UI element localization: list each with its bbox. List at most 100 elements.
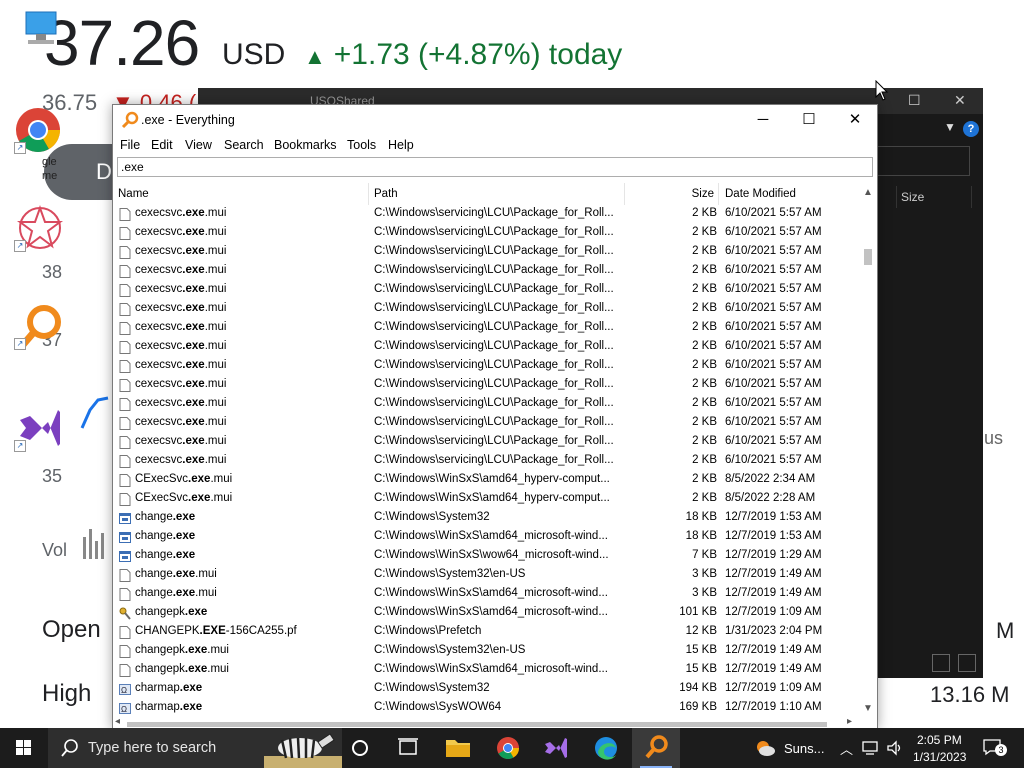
file-icon <box>119 664 131 677</box>
file-row[interactable]: cexecsvc.exe.mui C:\Windows\servicing\LCU… <box>113 319 859 338</box>
everything-titlebar[interactable]: .exe - Everything ─ ☐ ✕ <box>113 105 877 135</box>
search-input[interactable]: .exe <box>117 157 873 177</box>
notification-button[interactable]: 3 <box>982 738 1007 756</box>
size-column-header[interactable]: Size <box>625 183 719 205</box>
name-column-header[interactable]: Name <box>113 183 369 205</box>
file-icon <box>119 474 131 487</box>
everything-window[interactable]: .exe - Everything ─ ☐ ✕ File Edit View S… <box>112 104 878 730</box>
this-pc-icon[interactable] <box>14 10 66 62</box>
menu-edit[interactable]: Edit <box>151 138 173 152</box>
file-icon <box>119 645 131 658</box>
menu-file[interactable]: File <box>120 138 140 152</box>
file-row[interactable]: changepk.exe C:\Windows\WinSxS\amd64_micr… <box>113 604 859 623</box>
file-row[interactable]: CExecSvc.exe.mui C:\Windows\WinSxS\amd64_… <box>113 490 859 509</box>
everything-shortcut-icon[interactable]: ↗ <box>14 302 66 354</box>
taskbar-search-box[interactable]: Type here to search <box>48 728 342 768</box>
mouse-cursor-icon <box>875 80 889 101</box>
cortana-button[interactable] <box>336 728 384 768</box>
file-path: C:\Windows\WinSxS\amd64_microsoft-wind..… <box>374 663 608 675</box>
file-row[interactable]: change.exe C:\Windows\WinSxS\amd64_micros… <box>113 528 859 547</box>
file-row[interactable]: cexecsvc.exe.mui C:\Windows\servicing\LCU… <box>113 376 859 395</box>
search-placeholder: Type here to search <box>88 740 217 756</box>
maximize-button[interactable]: ☐ <box>786 105 832 135</box>
file-row[interactable]: Ωcharmap.exe C:\Windows\System32 194 KB 12/… <box>113 680 859 699</box>
task-view-button[interactable] <box>384 728 432 768</box>
file-row[interactable]: cexecsvc.exe.mui C:\Windows\servicing\LCU… <box>113 395 859 414</box>
clock-time[interactable]: 2:05 PM <box>917 733 962 747</box>
file-date: 6/10/2021 5:57 AM <box>725 245 822 257</box>
menu-view[interactable]: View <box>185 138 212 152</box>
minimize-button[interactable]: ─ <box>740 105 786 135</box>
close-button[interactable]: ✕ <box>832 105 878 135</box>
column-header-row: Name Path Size Date Modified <box>113 183 859 205</box>
file-row[interactable]: changepk.exe.mui C:\Windows\System32\en-U… <box>113 642 859 661</box>
chrome-taskbar-button[interactable] <box>484 728 532 768</box>
hscrollbar-thumb[interactable] <box>127 722 827 727</box>
visual-studio-taskbar-button[interactable] <box>532 728 580 768</box>
open-label: Open <box>42 616 101 643</box>
visual-studio-shortcut-icon[interactable]: ↗ <box>14 404 66 456</box>
weather-text[interactable]: Suns... <box>784 741 824 756</box>
size-column-header[interactable]: Size <box>896 186 972 208</box>
date-column-header[interactable]: Date Modified <box>719 183 859 205</box>
start-button[interactable] <box>0 728 48 768</box>
scroll-left-icon[interactable]: ◂ <box>115 716 120 727</box>
file-row[interactable]: cexecsvc.exe.mui C:\Windows\servicing\LCU… <box>113 357 859 376</box>
file-row[interactable]: cexecsvc.exe.mui C:\Windows\servicing\LCU… <box>113 300 859 319</box>
file-name-suffix: .mui <box>204 416 227 428</box>
menu-tools[interactable]: Tools <box>347 138 376 152</box>
scroll-right-icon[interactable]: ▸ <box>847 716 852 727</box>
file-date: 6/10/2021 5:57 AM <box>725 359 822 371</box>
ornament-shortcut-icon[interactable]: ↗ <box>14 204 66 256</box>
file-row[interactable]: change.exe C:\Windows\WinSxS\wow64_micros… <box>113 547 859 566</box>
chrome-shortcut-icon[interactable]: ↗ <box>14 104 66 156</box>
side-text: us <box>984 428 1004 448</box>
network-icon[interactable] <box>862 740 880 756</box>
file-row[interactable]: cexecsvc.exe.mui C:\Windows\servicing\LCU… <box>113 414 859 433</box>
file-row[interactable]: cexecsvc.exe.mui C:\Windows\servicing\LCU… <box>113 338 859 357</box>
scroll-down-icon[interactable]: ▼ <box>863 703 873 714</box>
close-icon[interactable]: ✕ <box>954 92 966 109</box>
file-name-prefix: CHANGEPK <box>135 625 200 637</box>
volume-icon[interactable] <box>886 740 904 756</box>
edge-taskbar-button[interactable] <box>582 728 630 768</box>
file-row[interactable]: cexecsvc.exe.mui C:\Windows\servicing\LCU… <box>113 262 859 281</box>
file-row[interactable]: change.exe C:\Windows\System32 18 KB 12/7/2… <box>113 509 859 528</box>
file-path: C:\Windows\servicing\LCU\Package_for_Rol… <box>374 283 614 295</box>
chevron-down-icon[interactable]: ▼ <box>944 120 956 134</box>
file-name-prefix: CExecSvc <box>135 492 189 504</box>
file-path: C:\Windows\WinSxS\amd64_microsoft-wind..… <box>374 587 608 599</box>
everything-taskbar-button[interactable] <box>632 728 680 768</box>
scrollbar-thumb[interactable] <box>864 249 872 265</box>
explorer-search-box[interactable] <box>876 146 970 176</box>
vertical-scrollbar[interactable]: ▲ ▼ <box>859 183 877 714</box>
scroll-up-icon[interactable]: ▲ <box>863 187 873 198</box>
path-column-header[interactable]: Path <box>369 183 625 205</box>
chevron-up-icon[interactable]: ︿ <box>840 739 853 758</box>
file-name-suffix: .mui <box>195 568 217 580</box>
file-row[interactable]: cexecsvc.exe.mui C:\Windows\servicing\LCU… <box>113 243 859 262</box>
maximize-icon[interactable]: ☐ <box>908 92 921 109</box>
file-row[interactable]: Ωcharmap.exe C:\Windows\SysWOW64 169 KB 12/… <box>113 699 859 718</box>
file-row[interactable]: cexecsvc.exe.mui C:\Windows\servicing\LCU… <box>113 433 859 452</box>
file-name-match: .exe <box>182 283 205 295</box>
volume-bars-fragment <box>83 529 104 559</box>
file-row[interactable]: cexecsvc.exe.mui C:\Windows\servicing\LCU… <box>113 452 859 471</box>
large-icons-view-icon[interactable] <box>958 654 976 672</box>
file-explorer-taskbar-button[interactable] <box>434 728 482 768</box>
file-row[interactable]: cexecsvc.exe.mui C:\Windows\servicing\LCU… <box>113 224 859 243</box>
file-row[interactable]: CExecSvc.exe.mui C:\Windows\WinSxS\amd64_… <box>113 471 859 490</box>
menu-bookmarks[interactable]: Bookmarks <box>274 138 337 152</box>
file-date: 12/7/2019 1:49 AM <box>725 587 822 599</box>
file-row[interactable]: changepk.exe.mui C:\Windows\WinSxS\amd64_… <box>113 661 859 680</box>
file-row[interactable]: CHANGEPK.EXE-156CA255.pf C:\Windows\Prefe… <box>113 623 859 642</box>
clock-date[interactable]: 1/31/2023 <box>913 750 966 764</box>
file-row[interactable]: cexecsvc.exe.mui C:\Windows\servicing\LCU… <box>113 205 859 224</box>
menu-help[interactable]: Help <box>388 138 414 152</box>
menu-search[interactable]: Search <box>224 138 264 152</box>
file-row[interactable]: cexecsvc.exe.mui C:\Windows\servicing\LCU… <box>113 281 859 300</box>
file-row[interactable]: change.exe.mui C:\Windows\WinSxS\amd64_mi… <box>113 585 859 604</box>
details-view-icon[interactable] <box>932 654 950 672</box>
help-icon[interactable]: ? <box>963 121 979 137</box>
file-row[interactable]: change.exe.mui C:\Windows\System32\en-US 3… <box>113 566 859 585</box>
